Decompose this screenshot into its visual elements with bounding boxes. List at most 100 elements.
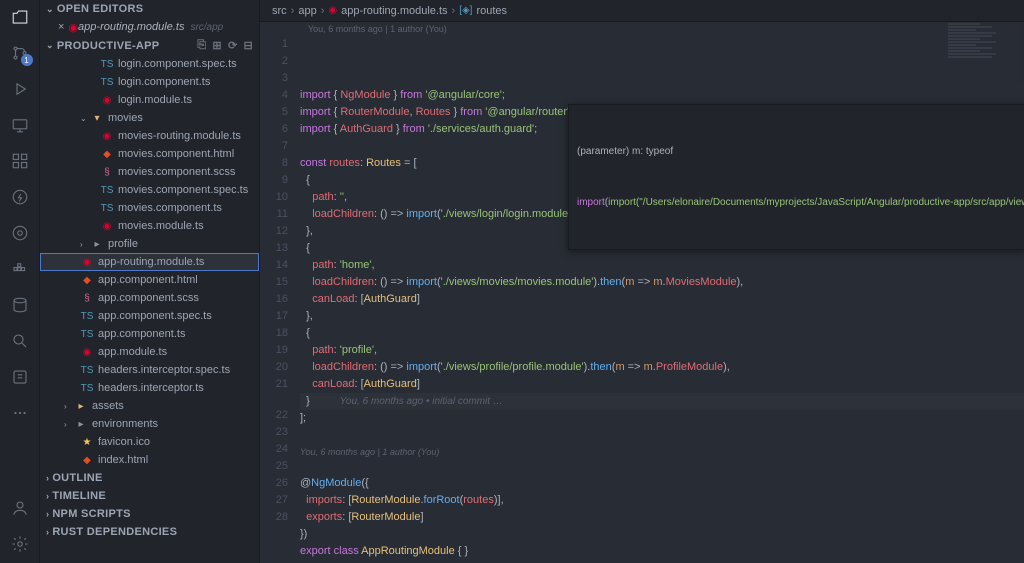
file-tree-item[interactable]: ◆app.component.html	[40, 271, 259, 289]
file-tree-item[interactable]: TSapp.component.spec.ts	[40, 307, 259, 325]
file-tree-item[interactable]: ◉movies-routing.module.ts	[40, 127, 259, 145]
code-line[interactable]: loadChildren: () => import('./views/prof…	[300, 359, 1024, 376]
file-tree-item[interactable]: ◉movies.module.ts	[40, 217, 259, 235]
star-icon: ★	[80, 435, 94, 449]
folder-icon: ▸	[90, 237, 104, 251]
breadcrumb[interactable]: src›app›◉app-routing.module.ts›[◈]routes	[260, 0, 1024, 22]
editor-area: src›app›◉app-routing.module.ts›[◈]routes…	[260, 0, 1024, 563]
open-editors-section[interactable]: ⌄OPEN EDITORS	[40, 0, 259, 18]
html-icon: ◆	[80, 273, 94, 287]
folder-icon: ▸	[74, 399, 88, 413]
code-line[interactable]: imports: [RouterModule.forRoot(routes)],	[300, 492, 1024, 509]
code-line[interactable]: @NgModule({	[300, 475, 1024, 492]
collapsed-section[interactable]: ›TIMELINE	[40, 487, 259, 505]
project-icon[interactable]	[9, 366, 31, 388]
ts-icon: TS	[100, 75, 114, 89]
file-tree-item[interactable]: TSmovies.component.ts	[40, 199, 259, 217]
html-icon: ◆	[80, 453, 94, 467]
code-line[interactable]: path: 'home',	[300, 257, 1024, 274]
docker-icon[interactable]	[9, 258, 31, 280]
code-line[interactable]: exports: [RouterModule]	[300, 509, 1024, 526]
collapsed-section[interactable]: ›RUST DEPENDENCIES	[40, 523, 259, 541]
folder-icon: ▸	[74, 417, 88, 431]
ts-icon: TS	[100, 57, 114, 71]
code-line[interactable]: },	[300, 308, 1024, 325]
extensions-icon[interactable]	[9, 150, 31, 172]
code-line[interactable]	[300, 458, 1024, 475]
thunder-icon[interactable]	[9, 186, 31, 208]
file-tree-item[interactable]: ›▸profile	[40, 235, 259, 253]
file-tree-item[interactable]: TSheaders.interceptor.spec.ts	[40, 361, 259, 379]
angular-icon: ◉	[68, 21, 78, 34]
code-line[interactable]: export class AppRoutingModule { }	[300, 543, 1024, 560]
ts-icon: TS	[80, 363, 94, 377]
collapsed-section[interactable]: ›NPM SCRIPTS	[40, 505, 259, 523]
file-tree-item[interactable]: ◆movies.component.html	[40, 145, 259, 163]
html-icon: ◆	[100, 147, 114, 161]
file-tree-item[interactable]: ⌄▾movies	[40, 109, 259, 127]
code-line[interactable]: })	[300, 526, 1024, 543]
file-tree-item[interactable]: TSlogin.component.spec.ts	[40, 55, 259, 73]
angular-icon: ◉	[100, 129, 114, 143]
code-line[interactable]: loadChildren: () => import('./views/movi…	[300, 274, 1024, 291]
database-icon[interactable]	[9, 294, 31, 316]
code-line[interactable]: }You, 6 months ago • initial commit …	[300, 393, 1024, 410]
new-file-icon[interactable]: ⎘	[197, 39, 206, 52]
breadcrumb-item[interactable]: app	[298, 5, 316, 17]
account-icon[interactable]	[9, 497, 31, 519]
explorer-icon[interactable]	[9, 6, 31, 28]
code-line[interactable]: canLoad: [AuthGuard]	[300, 376, 1024, 393]
file-tree-item[interactable]: §app.component.scss	[40, 289, 259, 307]
parameter-hint-tooltip: (parameter) m: typeof import(import("/Us…	[568, 104, 1024, 250]
code-line[interactable]: canLoad: [AuthGuard]	[300, 291, 1024, 308]
breadcrumb-item[interactable]: routes	[476, 5, 507, 17]
explorer-sidebar: ⌄OPEN EDITORS × ◉ app-routing.module.ts …	[40, 0, 260, 563]
more-icon[interactable]	[9, 402, 31, 424]
folder-open-icon: ▾	[90, 111, 104, 125]
breadcrumb-item[interactable]: src	[272, 5, 287, 17]
ts-icon: TS	[100, 183, 114, 197]
angular-icon: ◉	[100, 93, 114, 107]
file-tree-item[interactable]: ◉app-routing.module.ts	[40, 253, 259, 271]
breadcrumb-item[interactable]: app-routing.module.ts	[341, 5, 447, 17]
ts-icon: TS	[80, 381, 94, 395]
ts-icon: TS	[100, 201, 114, 215]
source-control-badge: 1	[21, 54, 33, 66]
file-tree-item[interactable]: TSlogin.component.ts	[40, 73, 259, 91]
open-editor-item[interactable]: × ◉ app-routing.module.ts src/app	[40, 18, 259, 36]
code-editor[interactable]: 1234567891011121314151617181920212223242…	[260, 36, 1024, 563]
code-line[interactable]	[300, 427, 1024, 444]
file-tree-item[interactable]: TSapp.component.ts	[40, 325, 259, 343]
remote-icon[interactable]	[9, 114, 31, 136]
activity-bar: 1	[0, 0, 40, 563]
file-tree-item[interactable]: ★favicon.ico	[40, 433, 259, 451]
angular-icon: ◉	[80, 255, 94, 269]
project-section[interactable]: ⌄PRODUCTIVE-APP ⎘ ⊞ ⟳ ⊟	[40, 36, 259, 55]
source-control-icon[interactable]: 1	[9, 42, 31, 64]
file-tree-item[interactable]: ›▸assets	[40, 397, 259, 415]
git-blame-top: You, 6 months ago | 1 author (You)	[260, 22, 1024, 36]
new-folder-icon[interactable]: ⊞	[212, 39, 222, 52]
ts-icon: TS	[80, 327, 94, 341]
collapsed-section[interactable]: ›OUTLINE	[40, 469, 259, 487]
code-line[interactable]: ];	[300, 410, 1024, 427]
refresh-icon[interactable]: ⟳	[228, 39, 238, 52]
angular-icon: ◉	[100, 219, 114, 233]
code-line[interactable]: path: 'profile',	[300, 342, 1024, 359]
scss-icon: §	[100, 165, 114, 179]
github-icon[interactable]	[9, 222, 31, 244]
collapse-icon[interactable]: ⊟	[243, 39, 253, 52]
search-icon[interactable]	[9, 330, 31, 352]
run-debug-icon[interactable]	[9, 78, 31, 100]
code-line[interactable]: import { NgModule } from '@angular/core'…	[300, 87, 1024, 104]
file-tree-item[interactable]: TSheaders.interceptor.ts	[40, 379, 259, 397]
file-tree-item[interactable]: ◉app.module.ts	[40, 343, 259, 361]
file-tree-item[interactable]: TSmovies.component.spec.ts	[40, 181, 259, 199]
file-tree-item[interactable]: ◉login.module.ts	[40, 91, 259, 109]
file-tree-item[interactable]: ›▸environments	[40, 415, 259, 433]
file-tree-item[interactable]: §movies.component.scss	[40, 163, 259, 181]
file-tree-item[interactable]: ◆index.html	[40, 451, 259, 469]
close-icon[interactable]: ×	[58, 21, 64, 33]
settings-icon[interactable]	[9, 533, 31, 555]
code-line[interactable]: {	[300, 325, 1024, 342]
